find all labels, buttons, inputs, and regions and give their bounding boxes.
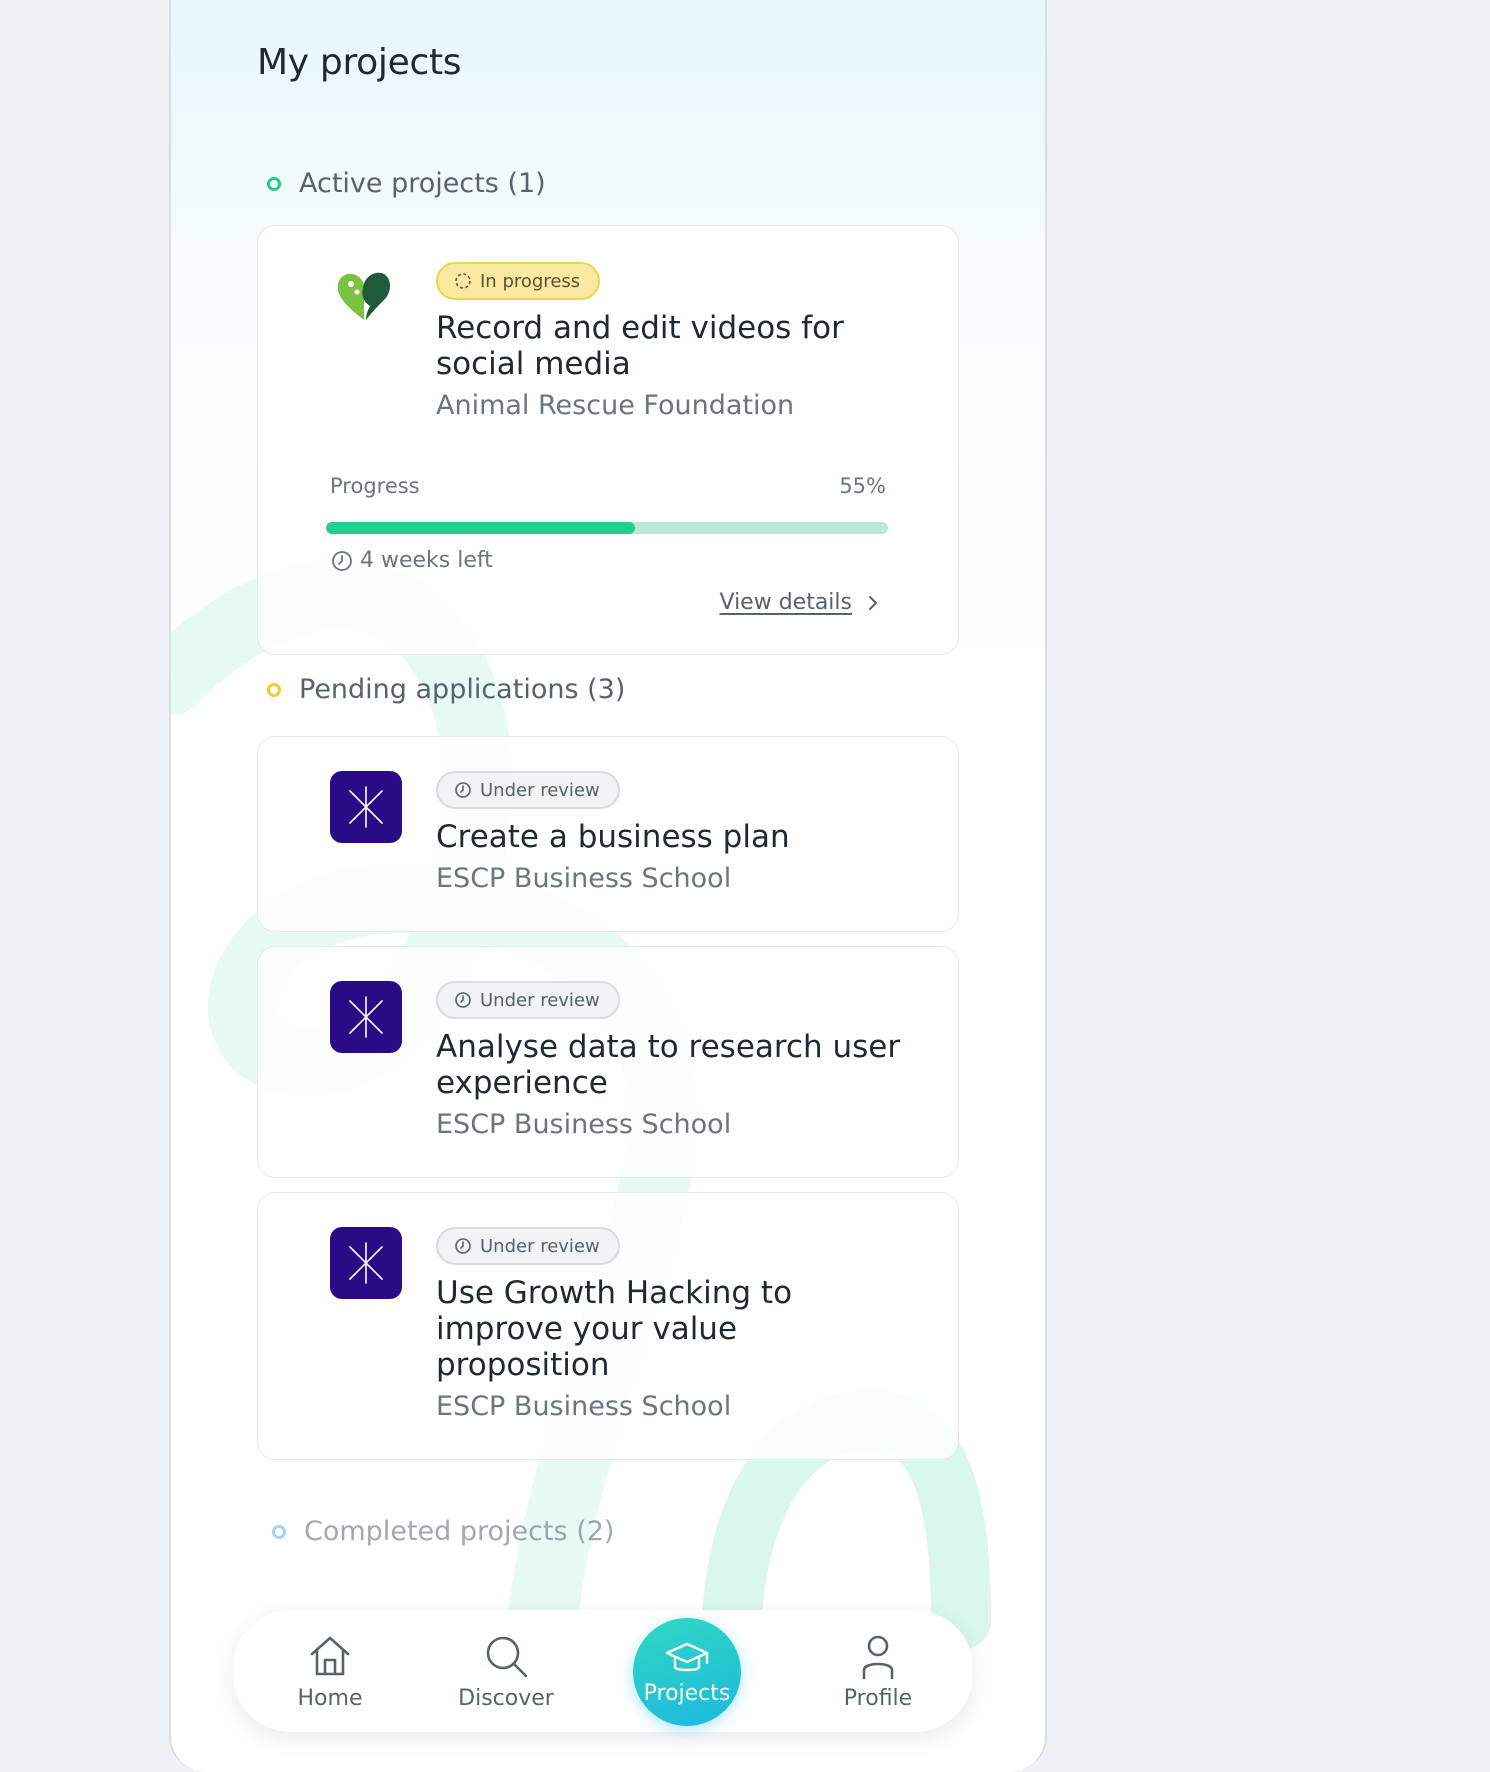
project-title: Use Growth Hacking to improve your value…: [436, 1275, 793, 1383]
project-title: Record and edit videos for social media: [436, 310, 844, 382]
clock-icon: [332, 550, 352, 571]
pending-dot-icon: [267, 682, 281, 697]
project-organization: ESCP Business School: [436, 1391, 732, 1422]
heart-paw-logo-icon: [337, 272, 390, 320]
pending-application-card[interactable]: Under review Use Growth Hacking to impro…: [257, 1192, 959, 1460]
spinner-icon: [455, 273, 471, 289]
progress-bar-fill: [326, 522, 636, 534]
completed-dot-icon: [272, 1524, 286, 1539]
clock-icon: [455, 782, 471, 798]
progress-bar: [326, 522, 888, 534]
project-organization: ESCP Business School: [436, 1109, 732, 1140]
status-badge-label: Under review: [480, 989, 600, 1011]
active-project-card[interactable]: In progress Record and edit videos for s…: [257, 225, 959, 655]
bottom-tab-bar: Home Discover Projects Profile: [233, 1610, 973, 1732]
section-pending-applications: Pending applications (3): [257, 674, 625, 705]
section-pending-heading: Pending applications (3): [299, 674, 626, 705]
page-title: My projects: [257, 42, 462, 83]
progress-row: Progress 55%: [330, 474, 886, 498]
project-title: Create a business plan: [436, 819, 790, 855]
escp-star-icon: [349, 786, 383, 828]
home-icon: [310, 1636, 350, 1675]
status-badge-label: In progress: [480, 270, 581, 292]
escp-logo: [330, 771, 402, 843]
clock-icon: [455, 992, 471, 1008]
tab-projects-label: Projects: [643, 1680, 731, 1706]
time-left: 4 weeks left: [330, 548, 493, 573]
status-badge-label: Under review: [480, 1235, 600, 1257]
chevron-right-icon: [869, 595, 877, 610]
project-title: Analyse data to research user experience: [436, 1029, 901, 1101]
status-badge-under-review: Under review: [436, 1227, 620, 1265]
graduation-cap-icon: [665, 1642, 709, 1671]
active-dot-icon: [267, 176, 281, 191]
tab-discover-label: Discover: [458, 1685, 554, 1711]
section-completed-projects[interactable]: Completed projects (2): [262, 1516, 614, 1547]
phone-screen: My projects Active projects (1) In progr…: [169, 0, 1047, 1772]
escp-logo: [330, 981, 402, 1053]
progress-label: Progress: [330, 474, 420, 498]
pending-application-card[interactable]: Under review Create a business plan ESCP…: [257, 736, 959, 932]
status-badge-label: Under review: [480, 779, 600, 801]
tab-discover[interactable]: Discover: [431, 1610, 581, 1732]
tab-projects[interactable]: Projects: [633, 1618, 741, 1726]
tab-home-label: Home: [297, 1685, 363, 1711]
tab-home[interactable]: Home: [255, 1610, 405, 1732]
view-details-link[interactable]: View details: [720, 590, 881, 615]
section-completed-heading: Completed projects (2): [304, 1516, 615, 1547]
project-organization: Animal Rescue Foundation: [436, 390, 795, 421]
user-icon: [862, 1635, 894, 1679]
clock-icon: [455, 1238, 471, 1254]
time-left-label: 4 weeks left: [360, 548, 493, 573]
status-badge-under-review: Under review: [436, 771, 620, 809]
tab-profile-label: Profile: [843, 1685, 913, 1711]
progress-percent: 55%: [839, 474, 886, 498]
project-organization: ESCP Business School: [436, 863, 732, 894]
pending-application-card[interactable]: Under review Analyse data to research us…: [257, 946, 959, 1178]
view-details-label: View details: [719, 590, 853, 615]
search-icon: [486, 1636, 528, 1677]
status-badge-under-review: Under review: [436, 981, 620, 1019]
escp-star-icon: [349, 1242, 383, 1284]
escp-logo: [330, 1227, 402, 1299]
escp-star-icon: [349, 996, 383, 1038]
section-active-projects: Active projects (1): [257, 168, 546, 199]
tab-profile[interactable]: Profile: [803, 1610, 953, 1732]
section-active-heading: Active projects (1): [299, 168, 546, 199]
status-badge-in-progress: In progress: [436, 262, 601, 300]
